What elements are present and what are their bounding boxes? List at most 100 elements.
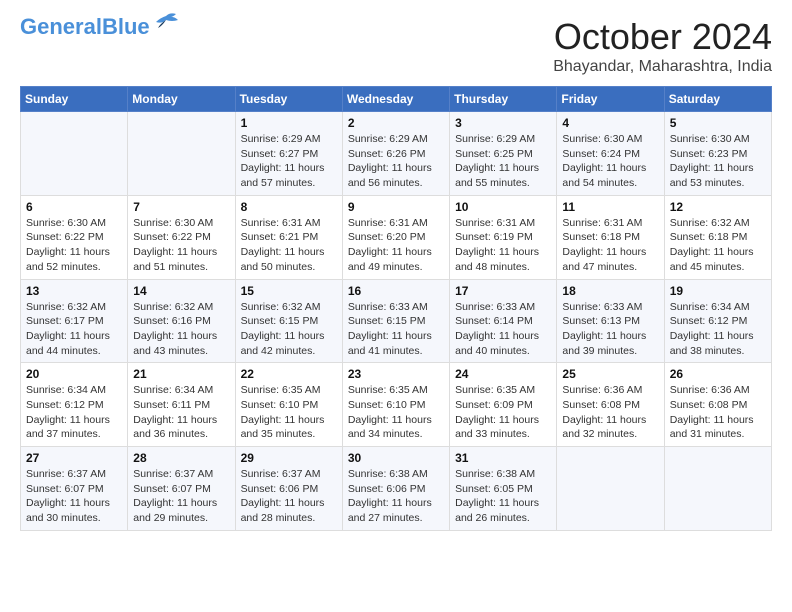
day-info: Sunrise: 6:32 AM Sunset: 6:16 PM Dayligh… bbox=[133, 300, 229, 359]
day-number: 6 bbox=[26, 200, 122, 214]
day-number: 31 bbox=[455, 451, 551, 465]
table-row bbox=[664, 447, 771, 531]
table-row: 5 Sunrise: 6:30 AM Sunset: 6:23 PM Daylig… bbox=[664, 112, 771, 196]
table-row: 30 Sunrise: 6:38 AM Sunset: 6:06 PM Dayli… bbox=[342, 447, 449, 531]
main-title: October 2024 bbox=[553, 16, 772, 58]
table-row: 17 Sunrise: 6:33 AM Sunset: 6:14 PM Dayli… bbox=[450, 279, 557, 363]
day-info: Sunrise: 6:31 AM Sunset: 6:20 PM Dayligh… bbox=[348, 216, 444, 275]
day-number: 21 bbox=[133, 367, 229, 381]
day-number: 23 bbox=[348, 367, 444, 381]
day-info: Sunrise: 6:33 AM Sunset: 6:14 PM Dayligh… bbox=[455, 300, 551, 359]
day-number: 22 bbox=[241, 367, 337, 381]
day-info: Sunrise: 6:34 AM Sunset: 6:12 PM Dayligh… bbox=[670, 300, 766, 359]
day-number: 13 bbox=[26, 284, 122, 298]
table-row: 20 Sunrise: 6:34 AM Sunset: 6:12 PM Dayli… bbox=[21, 363, 128, 447]
day-info: Sunrise: 6:30 AM Sunset: 6:22 PM Dayligh… bbox=[133, 216, 229, 275]
logo-text: GeneralBlue bbox=[20, 16, 150, 38]
table-row: 26Sunrise: 6:36 AM Sunset: 6:08 PM Dayli… bbox=[664, 363, 771, 447]
table-row: 19 Sunrise: 6:34 AM Sunset: 6:12 PM Dayli… bbox=[664, 279, 771, 363]
day-info: Sunrise: 6:30 AM Sunset: 6:23 PM Dayligh… bbox=[670, 132, 766, 191]
calendar-week-row: 27Sunrise: 6:37 AM Sunset: 6:07 PM Dayli… bbox=[21, 447, 772, 531]
col-monday: Monday bbox=[128, 87, 235, 112]
day-info: Sunrise: 6:34 AM Sunset: 6:11 PM Dayligh… bbox=[133, 383, 229, 442]
table-row: 6 Sunrise: 6:30 AM Sunset: 6:22 PM Daylig… bbox=[21, 195, 128, 279]
day-info: Sunrise: 6:38 AM Sunset: 6:05 PM Dayligh… bbox=[455, 467, 551, 526]
table-row: 13 Sunrise: 6:32 AM Sunset: 6:17 PM Dayli… bbox=[21, 279, 128, 363]
col-friday: Friday bbox=[557, 87, 664, 112]
day-number: 30 bbox=[348, 451, 444, 465]
table-row: 2 Sunrise: 6:29 AM Sunset: 6:26 PM Daylig… bbox=[342, 112, 449, 196]
table-row: 10 Sunrise: 6:31 AM Sunset: 6:19 PM Dayli… bbox=[450, 195, 557, 279]
day-info: Sunrise: 6:35 AM Sunset: 6:10 PM Dayligh… bbox=[241, 383, 337, 442]
logo-blue: Blue bbox=[102, 14, 150, 39]
day-number: 8 bbox=[241, 200, 337, 214]
table-row: 3 Sunrise: 6:29 AM Sunset: 6:25 PM Daylig… bbox=[450, 112, 557, 196]
day-info: Sunrise: 6:33 AM Sunset: 6:13 PM Dayligh… bbox=[562, 300, 658, 359]
table-row: 14 Sunrise: 6:32 AM Sunset: 6:16 PM Dayli… bbox=[128, 279, 235, 363]
table-row bbox=[21, 112, 128, 196]
day-number: 10 bbox=[455, 200, 551, 214]
day-info: Sunrise: 6:31 AM Sunset: 6:18 PM Dayligh… bbox=[562, 216, 658, 275]
header: GeneralBlue October 2024 Bhayandar, Maha… bbox=[20, 16, 772, 76]
day-info: Sunrise: 6:37 AM Sunset: 6:06 PM Dayligh… bbox=[241, 467, 337, 526]
day-info: Sunrise: 6:31 AM Sunset: 6:19 PM Dayligh… bbox=[455, 216, 551, 275]
day-info: Sunrise: 6:32 AM Sunset: 6:15 PM Dayligh… bbox=[241, 300, 337, 359]
day-info: Sunrise: 6:29 AM Sunset: 6:25 PM Dayligh… bbox=[455, 132, 551, 191]
table-row: 31 Sunrise: 6:38 AM Sunset: 6:05 PM Dayli… bbox=[450, 447, 557, 531]
table-row: 29 Sunrise: 6:37 AM Sunset: 6:06 PM Dayli… bbox=[235, 447, 342, 531]
day-info: Sunrise: 6:29 AM Sunset: 6:27 PM Dayligh… bbox=[241, 132, 337, 191]
table-row: 16Sunrise: 6:33 AM Sunset: 6:15 PM Dayli… bbox=[342, 279, 449, 363]
table-row: 15 Sunrise: 6:32 AM Sunset: 6:15 PM Dayli… bbox=[235, 279, 342, 363]
col-tuesday: Tuesday bbox=[235, 87, 342, 112]
table-row: 28Sunrise: 6:37 AM Sunset: 6:07 PM Dayli… bbox=[128, 447, 235, 531]
day-info: Sunrise: 6:32 AM Sunset: 6:17 PM Dayligh… bbox=[26, 300, 122, 359]
day-info: Sunrise: 6:34 AM Sunset: 6:12 PM Dayligh… bbox=[26, 383, 122, 442]
calendar-week-row: 6 Sunrise: 6:30 AM Sunset: 6:22 PM Daylig… bbox=[21, 195, 772, 279]
logo-general: General bbox=[20, 14, 102, 39]
col-thursday: Thursday bbox=[450, 87, 557, 112]
day-number: 14 bbox=[133, 284, 229, 298]
calendar-week-row: 20 Sunrise: 6:34 AM Sunset: 6:12 PM Dayli… bbox=[21, 363, 772, 447]
day-info: Sunrise: 6:35 AM Sunset: 6:10 PM Dayligh… bbox=[348, 383, 444, 442]
day-number: 7 bbox=[133, 200, 229, 214]
day-number: 5 bbox=[670, 116, 766, 130]
table-row: 23 Sunrise: 6:35 AM Sunset: 6:10 PM Dayli… bbox=[342, 363, 449, 447]
day-number: 28 bbox=[133, 451, 229, 465]
calendar-table: Sunday Monday Tuesday Wednesday Thursday… bbox=[20, 86, 772, 531]
calendar-header-row: Sunday Monday Tuesday Wednesday Thursday… bbox=[21, 87, 772, 112]
day-number: 12 bbox=[670, 200, 766, 214]
logo: GeneralBlue bbox=[20, 16, 180, 38]
table-row bbox=[557, 447, 664, 531]
day-info: Sunrise: 6:30 AM Sunset: 6:24 PM Dayligh… bbox=[562, 132, 658, 191]
calendar-week-row: 13 Sunrise: 6:32 AM Sunset: 6:17 PM Dayli… bbox=[21, 279, 772, 363]
day-number: 11 bbox=[562, 200, 658, 214]
day-number: 15 bbox=[241, 284, 337, 298]
calendar-week-row: 1 Sunrise: 6:29 AM Sunset: 6:27 PM Daylig… bbox=[21, 112, 772, 196]
day-number: 9 bbox=[348, 200, 444, 214]
day-info: Sunrise: 6:32 AM Sunset: 6:18 PM Dayligh… bbox=[670, 216, 766, 275]
day-number: 4 bbox=[562, 116, 658, 130]
title-block: October 2024 Bhayandar, Maharashtra, Ind… bbox=[553, 16, 772, 76]
col-sunday: Sunday bbox=[21, 87, 128, 112]
day-number: 3 bbox=[455, 116, 551, 130]
table-row: 21 Sunrise: 6:34 AM Sunset: 6:11 PM Dayli… bbox=[128, 363, 235, 447]
day-info: Sunrise: 6:30 AM Sunset: 6:22 PM Dayligh… bbox=[26, 216, 122, 275]
table-row: 22 Sunrise: 6:35 AM Sunset: 6:10 PM Dayli… bbox=[235, 363, 342, 447]
table-row bbox=[128, 112, 235, 196]
day-number: 2 bbox=[348, 116, 444, 130]
day-info: Sunrise: 6:35 AM Sunset: 6:09 PM Dayligh… bbox=[455, 383, 551, 442]
table-row: 9 Sunrise: 6:31 AM Sunset: 6:20 PM Daylig… bbox=[342, 195, 449, 279]
day-number: 16 bbox=[348, 284, 444, 298]
day-number: 27 bbox=[26, 451, 122, 465]
day-number: 19 bbox=[670, 284, 766, 298]
day-info: Sunrise: 6:29 AM Sunset: 6:26 PM Dayligh… bbox=[348, 132, 444, 191]
table-row: 18Sunrise: 6:33 AM Sunset: 6:13 PM Dayli… bbox=[557, 279, 664, 363]
day-number: 1 bbox=[241, 116, 337, 130]
day-number: 17 bbox=[455, 284, 551, 298]
day-number: 25 bbox=[562, 367, 658, 381]
table-row: 27Sunrise: 6:37 AM Sunset: 6:07 PM Dayli… bbox=[21, 447, 128, 531]
day-info: Sunrise: 6:38 AM Sunset: 6:06 PM Dayligh… bbox=[348, 467, 444, 526]
day-number: 29 bbox=[241, 451, 337, 465]
day-number: 20 bbox=[26, 367, 122, 381]
table-row: 1 Sunrise: 6:29 AM Sunset: 6:27 PM Daylig… bbox=[235, 112, 342, 196]
